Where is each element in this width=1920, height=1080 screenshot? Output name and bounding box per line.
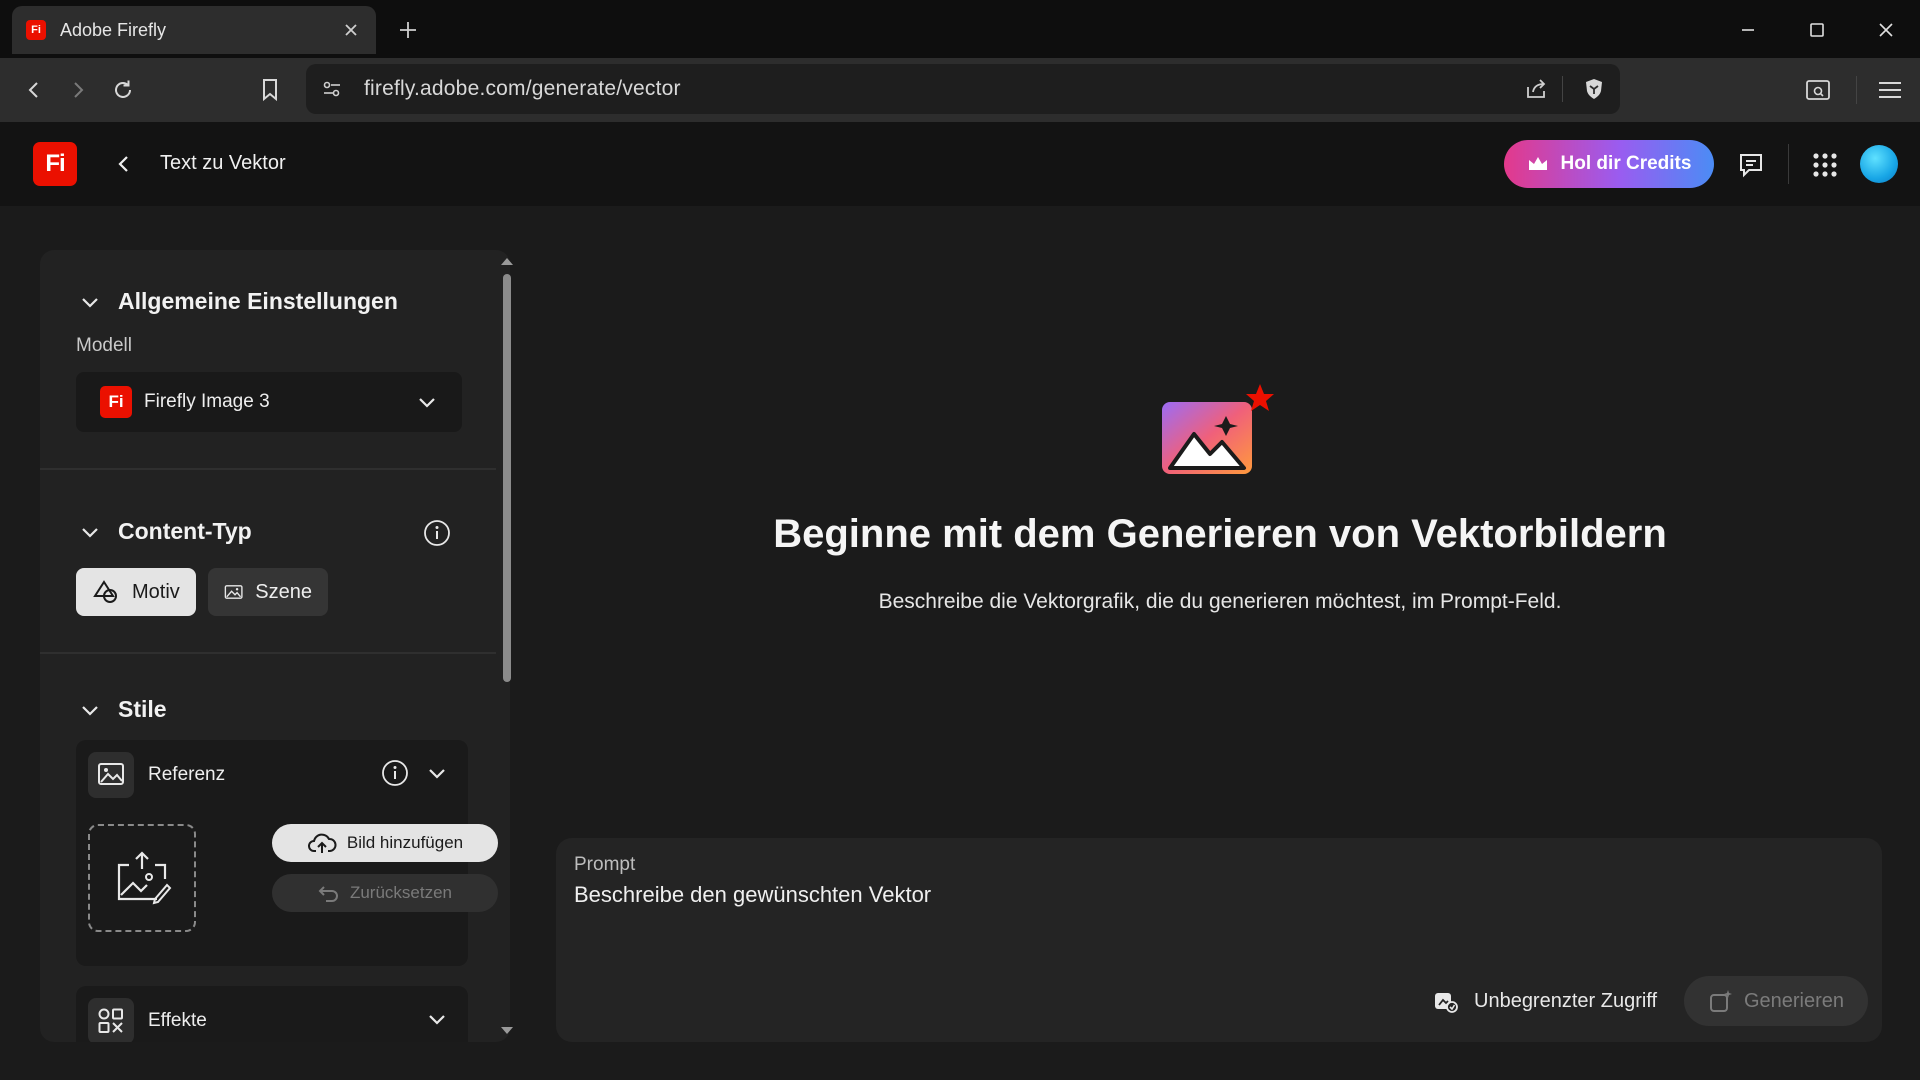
model-dropdown[interactable]: Fi Firefly Image 3 xyxy=(76,372,462,432)
prompt-panel[interactable]: Prompt Beschreibe den gewünschten Vektor… xyxy=(556,838,1882,1042)
add-image-label: Bild hinzufügen xyxy=(346,833,464,852)
scene-image-icon xyxy=(224,585,243,599)
reset-label: Zurücksetzen xyxy=(349,883,453,902)
effects-label: Effekte xyxy=(148,1010,207,1031)
sidebar-toggle-icon[interactable] xyxy=(1802,74,1834,106)
new-tab-icon[interactable] xyxy=(396,18,420,42)
panel-scrollbar[interactable] xyxy=(496,250,518,1042)
chevron-down-icon[interactable] xyxy=(426,1008,448,1030)
scroll-up-arrow-icon[interactable] xyxy=(496,254,518,268)
crown-icon xyxy=(1528,157,1547,170)
close-window-icon[interactable] xyxy=(1872,16,1900,44)
styles-header[interactable]: Stile xyxy=(78,696,167,723)
chevron-down-icon[interactable] xyxy=(426,762,448,784)
content-type-title: Content-Typ xyxy=(118,518,252,544)
unlimited-access-label: Unbegrenzter Zugriff xyxy=(1474,989,1658,1012)
reload-icon[interactable] xyxy=(107,74,139,106)
page-title: Text zu Vektor xyxy=(160,152,286,174)
url-text: firefly.adobe.com/generate/vector xyxy=(364,77,681,100)
effects-card[interactable]: Effekte xyxy=(76,986,468,1042)
styles-title: Stile xyxy=(118,696,167,722)
generate-button[interactable]: Generieren xyxy=(1684,976,1868,1026)
user-avatar[interactable] xyxy=(1860,145,1898,183)
apps-grid-icon[interactable] xyxy=(1810,150,1840,180)
content-type-header[interactable]: Content-Typ xyxy=(78,518,252,545)
back-chevron-icon[interactable] xyxy=(112,152,136,176)
chevron-down-icon xyxy=(82,705,98,716)
effects-icon xyxy=(88,998,134,1042)
generate-sparkle-icon xyxy=(1709,990,1732,1012)
generate-label: Generieren xyxy=(1743,989,1845,1012)
hero-title: Beginne mit dem Generieren von Vektorbil… xyxy=(773,512,1667,556)
firefly-logo[interactable]: Fi xyxy=(33,142,77,186)
vector-image-illustration-icon xyxy=(1156,380,1280,484)
menu-icon[interactable] xyxy=(1874,74,1906,106)
share-icon[interactable] xyxy=(1524,77,1548,101)
scroll-thumb[interactable] xyxy=(503,274,511,682)
hero-subtitle: Beschreibe die Vektorgrafik, die du gene… xyxy=(878,590,1562,613)
address-bar[interactable]: firefly.adobe.com/generate/vector xyxy=(306,64,1620,114)
unlimited-access-indicator[interactable]: Unbegrenzter Zugriff xyxy=(1432,988,1657,1014)
content-type-szene-button[interactable]: Szene xyxy=(208,568,328,616)
info-icon[interactable] xyxy=(422,518,452,548)
section-divider xyxy=(40,468,496,470)
firefly-favicon-icon: Fi xyxy=(26,20,46,40)
image-upload-icon xyxy=(117,851,172,905)
prompt-input[interactable]: Beschreibe den gewünschten Vektor xyxy=(574,882,931,908)
browser-tab[interactable]: Fi Adobe Firefly xyxy=(12,6,376,54)
reference-label: Referenz xyxy=(148,764,226,785)
tab-close-icon[interactable] xyxy=(340,19,362,41)
general-settings-header[interactable]: Allgemeine Einstellungen xyxy=(78,288,398,315)
get-credits-label: Hol dir Credits xyxy=(1560,153,1692,174)
back-arrow-icon[interactable] xyxy=(18,74,50,106)
cloud-upload-icon xyxy=(307,833,337,853)
reference-image-icon xyxy=(88,752,134,798)
motiv-label: Motiv xyxy=(132,580,180,603)
prompt-label: Prompt xyxy=(574,854,636,875)
brave-shield-icon[interactable] xyxy=(1582,77,1606,101)
reset-button[interactable]: Zurücksetzen xyxy=(272,874,498,912)
feedback-icon[interactable] xyxy=(1736,150,1766,180)
general-settings-title: Allgemeine Einstellungen xyxy=(118,288,398,314)
get-credits-button[interactable]: Hol dir Credits xyxy=(1504,140,1714,188)
tab-title: Adobe Firefly xyxy=(60,19,167,40)
model-label: Modell xyxy=(76,335,132,356)
shapes-icon xyxy=(93,580,117,603)
omnibox-divider xyxy=(1562,76,1563,102)
chevron-down-icon xyxy=(82,297,98,308)
firefly-model-icon: Fi xyxy=(100,386,132,418)
reference-card: Referenz Bild hinzufügen Zurücksetzen xyxy=(76,740,498,966)
szene-label: Szene xyxy=(255,580,312,603)
forward-arrow-icon[interactable] xyxy=(62,74,94,106)
header-divider xyxy=(1788,144,1789,184)
site-settings-icon[interactable] xyxy=(320,77,344,101)
model-value: Firefly Image 3 xyxy=(144,391,270,412)
section-divider xyxy=(40,652,496,654)
scroll-down-arrow-icon[interactable] xyxy=(496,1024,518,1038)
chevron-down-icon xyxy=(82,527,98,538)
add-image-button[interactable]: Bild hinzufügen xyxy=(272,824,498,862)
maximize-icon[interactable] xyxy=(1803,16,1831,44)
settings-panel: Allgemeine Einstellungen Modell Fi Firef… xyxy=(40,250,510,1042)
browser-toolbar: firefly.adobe.com/generate/vector xyxy=(0,58,1920,122)
undo-icon xyxy=(318,886,338,902)
browser-tab-bar: Fi Adobe Firefly xyxy=(0,0,1920,58)
reference-upload-dropzone[interactable] xyxy=(88,824,196,932)
generative-credits-icon xyxy=(1435,993,1458,1013)
toolbar-divider xyxy=(1856,76,1857,104)
chevron-down-icon xyxy=(419,398,435,408)
app-header: Fi Text zu Vektor Hol dir Credits xyxy=(0,122,1920,206)
minimize-icon[interactable] xyxy=(1734,16,1762,44)
content-type-motiv-button[interactable]: Motiv xyxy=(76,568,196,616)
bookmark-icon[interactable] xyxy=(254,74,286,106)
info-icon[interactable] xyxy=(380,758,410,788)
